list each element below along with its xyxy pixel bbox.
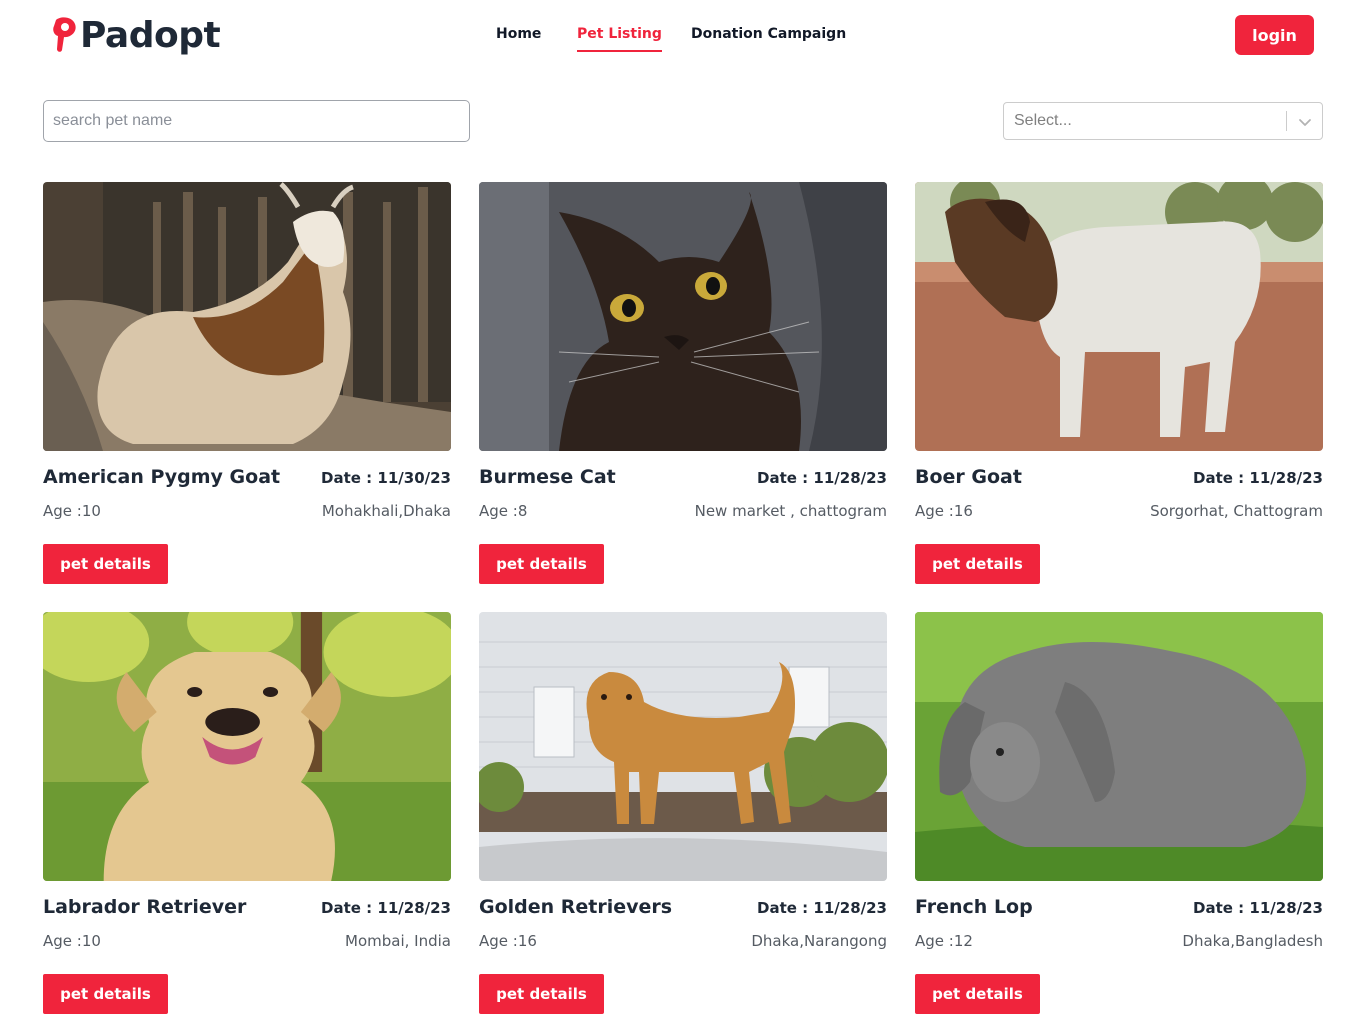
pet-details-button[interactable]: pet details — [43, 974, 168, 1014]
pet-location: Dhaka,Bangladesh — [1182, 932, 1323, 950]
dog-photo — [479, 612, 887, 881]
nav-donation-campaign[interactable]: Donation Campaign — [691, 24, 846, 44]
pet-details-button[interactable]: pet details — [479, 974, 604, 1014]
pet-card: French Lop Date : 11/28/23 Age :12 Dhaka… — [915, 612, 1323, 1014]
pet-age: Age :16 — [479, 932, 537, 950]
dog-photo — [43, 612, 451, 881]
pet-details-button[interactable]: pet details — [43, 544, 168, 584]
pet-location: Dhaka,Narangong — [751, 932, 887, 950]
pet-name: Labrador Retriever — [43, 896, 247, 918]
category-select[interactable]: Select... — [1003, 102, 1323, 140]
pet-age: Age :12 — [915, 932, 973, 950]
pet-date: Date : 11/28/23 — [1193, 469, 1323, 487]
pet-name: American Pygmy Goat — [43, 466, 281, 488]
pet-card: American Pygmy Goat Date : 11/30/23 Age … — [43, 182, 451, 584]
pet-details-button[interactable]: pet details — [915, 974, 1040, 1014]
chevron-down-icon[interactable] — [1294, 111, 1316, 133]
pet-card: Burmese Cat Date : 11/28/23 Age :8 New m… — [479, 182, 887, 584]
pet-name: French Lop — [915, 896, 1033, 918]
pet-details-button[interactable]: pet details — [479, 544, 604, 584]
pet-name: Golden Retrievers — [479, 896, 673, 918]
pet-location: Sorgorhat, Chattogram — [1150, 502, 1323, 520]
pet-location: Mohakhali,Dhaka — [321, 502, 451, 520]
pet-date: Date : 11/28/23 — [321, 899, 451, 917]
pet-location: New market , chattogram — [694, 502, 887, 520]
pet-date: Date : 11/30/23 — [321, 469, 451, 487]
goat-photo — [915, 182, 1323, 451]
pet-age: Age :10 — [43, 502, 101, 520]
cat-photo — [479, 182, 887, 451]
pet-name: Boer Goat — [915, 466, 1022, 488]
search-input[interactable] — [43, 100, 470, 142]
pet-card: Golden Retrievers Date : 11/28/23 Age :1… — [479, 612, 887, 1014]
pet-date: Date : 11/28/23 — [757, 899, 887, 917]
nav-home[interactable]: Home — [496, 24, 541, 44]
pet-date: Date : 11/28/23 — [757, 469, 887, 487]
goat-photo — [43, 182, 451, 451]
pet-age: Age :10 — [43, 932, 101, 950]
site-header: Padopt Home Pet Listing Donation Campaig… — [0, 0, 1366, 70]
login-button[interactable]: login — [1235, 15, 1314, 55]
category-select-placeholder: Select... — [1014, 112, 1072, 129]
pet-card: Boer Goat Date : 11/28/23 Age :16 Sorgor… — [915, 182, 1323, 584]
main-nav: Home Pet Listing Donation Campaign — [0, 24, 1366, 54]
pet-card: Labrador Retriever Date : 11/28/23 Age :… — [43, 612, 451, 1014]
select-separator — [1286, 111, 1287, 131]
pet-age: Age :8 — [479, 502, 528, 520]
pet-date: Date : 11/28/23 — [1193, 899, 1323, 917]
pet-name: Burmese Cat — [479, 466, 616, 488]
pet-location: Mombai, India — [345, 932, 451, 950]
pet-age: Age :16 — [915, 502, 973, 520]
rabbit-photo — [915, 612, 1323, 881]
nav-pet-listing[interactable]: Pet Listing — [577, 24, 662, 52]
pet-details-button[interactable]: pet details — [915, 544, 1040, 584]
